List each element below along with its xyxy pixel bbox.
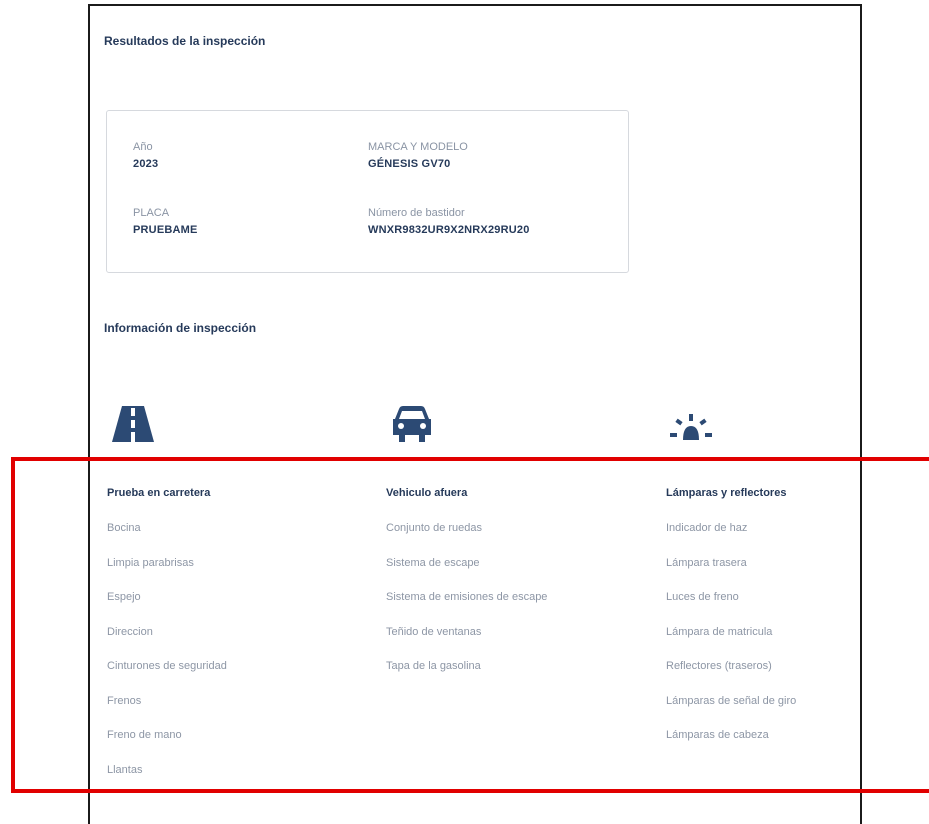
inspection-info-title: Información de inspección	[104, 321, 257, 335]
lamps-reflectors-column: Lámparas y reflectores Indicador de haz …	[666, 487, 796, 764]
lamp-icon	[670, 412, 712, 447]
vin-value: WNXR9832UR9X2NRX29RU20	[368, 224, 530, 236]
inspection-results-title: Resultados de la inspección	[104, 34, 266, 48]
list-item: Cinturones de seguridad	[107, 660, 227, 672]
plate-value: PRUEBAME	[133, 224, 198, 236]
list-item: Direccion	[107, 625, 153, 638]
year-label: Año	[133, 141, 153, 153]
list-item: Luces de freno	[666, 591, 739, 603]
vin-label: Número de bastidor	[368, 207, 465, 219]
year-value: 2023	[133, 158, 159, 170]
list-item: Bocina	[107, 522, 141, 534]
list-item: Indicador de haz	[666, 522, 748, 534]
list-item: Lámparas de cabeza	[666, 729, 769, 741]
road-icon	[112, 406, 154, 447]
list-item: Reflectores (traseros)	[666, 660, 772, 672]
list-item: Frenos	[107, 694, 142, 707]
vin-field: Número de bastidor WNXR9832UR9X2NRX29RU2…	[368, 207, 530, 236]
plate-label: PLACA	[133, 207, 170, 219]
car-icon	[391, 405, 433, 448]
list-item: Llantas	[107, 763, 143, 776]
road-test-column: Prueba en carretera Bocina Limpia parabr…	[107, 487, 227, 798]
list-item: Teñido de ventanas	[386, 625, 482, 638]
list-item: Lámparas de señal de giro	[666, 694, 797, 707]
list-item: Lámpara trasera	[666, 556, 747, 569]
list-item: Freno de mano	[107, 729, 182, 741]
list-item: Lámpara de matricula	[666, 625, 773, 638]
year-field: Año 2023	[133, 141, 158, 170]
vehicle-outside-column: Vehiculo afuera Conjunto de ruedas Siste…	[386, 487, 547, 695]
lamps-reflectors-heading: Lámparas y reflectores	[666, 487, 787, 499]
list-item: Conjunto de ruedas	[386, 522, 483, 534]
plate-field: PLACA PRUEBAME	[133, 207, 198, 236]
list-item: Tapa de la gasolina	[386, 660, 481, 672]
make-model-label: MARCA Y MODELO	[368, 141, 468, 153]
road-test-heading: Prueba en carretera	[107, 487, 211, 499]
vehicle-info-card: Año 2023 MARCA Y MODELO GÉNESIS GV70 PLA…	[106, 110, 629, 273]
list-item: Espejo	[107, 591, 141, 603]
make-model-value: GÉNESIS GV70	[368, 158, 451, 170]
list-item: Sistema de emisiones de escape	[386, 591, 548, 603]
list-item: Limpia parabrisas	[107, 556, 194, 569]
list-item: Sistema de escape	[386, 556, 480, 569]
make-model-field: MARCA Y MODELO GÉNESIS GV70	[368, 141, 468, 170]
vehicle-outside-heading: Vehiculo afuera	[386, 487, 468, 499]
